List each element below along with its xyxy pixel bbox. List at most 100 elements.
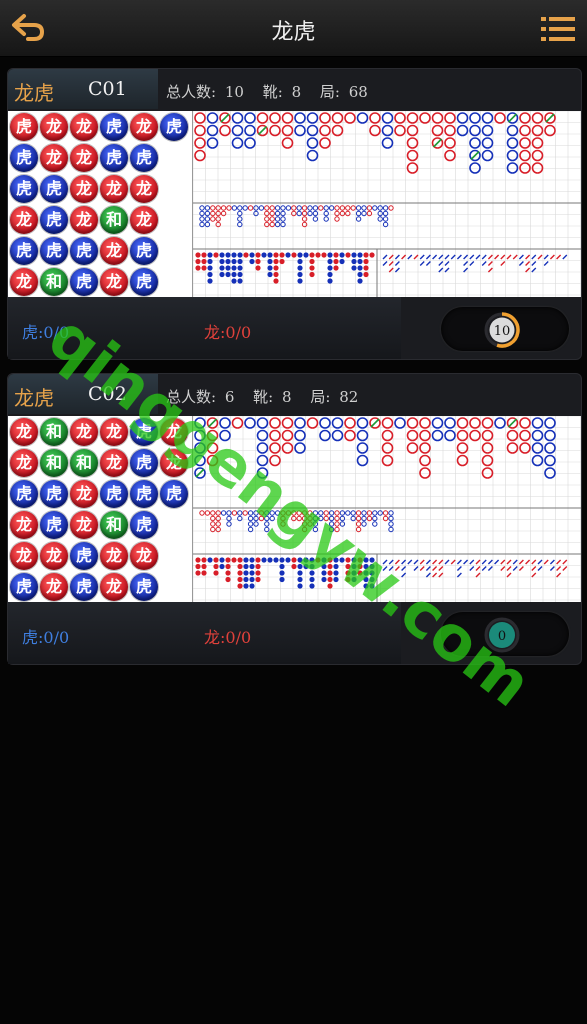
round-number: 82 [339, 388, 359, 406]
roadmap-board: 虎虎虎龙虎龙龙龙虎虎虎和龙龙龙龙虎虎虎虎龙和龙龙龙虎龙龙虎虎虎 [8, 111, 581, 297]
tiger-label: 虎: [22, 323, 44, 342]
round-label: 局: [310, 388, 331, 406]
bead: 虎 [10, 573, 38, 601]
bead: 和 [70, 449, 98, 477]
bead: 虎 [10, 144, 38, 172]
dragon-label: 龙: [204, 628, 226, 647]
table-stats: 总人数: 6 靴: 8 局: 82 [166, 386, 362, 407]
bead: 龙 [160, 449, 188, 477]
bead: 龙 [70, 206, 98, 234]
dragon-value: 0/0 [225, 323, 252, 342]
bead: 龙 [70, 175, 98, 203]
bead: 和 [100, 206, 128, 234]
table-code: C02 [88, 383, 127, 405]
dragon-value: 0/0 [225, 628, 252, 647]
bead: 龙 [130, 206, 158, 234]
players-count: 10 [224, 83, 244, 101]
bead: 和 [40, 449, 68, 477]
bead: 虎 [10, 113, 38, 141]
bead: 虎 [70, 237, 98, 265]
big-road-grids [193, 416, 581, 602]
bead: 虎 [100, 113, 128, 141]
table-stats: 总人数: 10 靴: 8 局: 68 [166, 81, 372, 102]
countdown-pill[interactable]: 10 [441, 307, 569, 351]
round-label: 局: [319, 83, 340, 101]
bead: 虎 [130, 268, 158, 296]
bead: 虎 [130, 237, 158, 265]
bead: 虎 [70, 268, 98, 296]
roadmap-board: 龙龙虎龙龙虎和和虎虎龙龙龙和龙龙虎虎龙龙虎和龙龙虎虎虎虎龙虎龙龙虎 [8, 416, 581, 602]
name-tab: 龙虎 C02 [8, 374, 158, 414]
bead: 虎 [130, 511, 158, 539]
bead: 虎 [160, 480, 188, 508]
bead: 虎 [40, 175, 68, 203]
name-tab: 龙虎 C01 [8, 69, 158, 109]
tiger-value: 0/0 [43, 323, 70, 342]
bead: 虎 [70, 542, 98, 570]
bead: 虎 [10, 480, 38, 508]
game-name: 龙虎 [14, 386, 54, 410]
bead-road: 虎虎虎龙虎龙龙龙虎虎虎和龙龙龙龙虎虎虎虎龙和龙龙龙虎龙龙虎虎虎 [8, 111, 193, 297]
card-header: 龙虎 C02 总人数: 6 靴: 8 局: 82 [8, 374, 581, 414]
bead: 虎 [10, 175, 38, 203]
bead: 龙 [70, 511, 98, 539]
bead: 虎 [10, 237, 38, 265]
bead: 龙 [100, 573, 128, 601]
bead: 龙 [130, 113, 158, 141]
shoe-label: 靴: [253, 388, 274, 406]
card-footer: 虎:0/0 龙:0/0 10 [8, 297, 581, 359]
bead: 龙 [100, 268, 128, 296]
top-bar: 龙虎 [0, 0, 587, 57]
players-label: 总人数: [166, 388, 217, 406]
bead: 龙 [40, 573, 68, 601]
bead: 龙 [70, 418, 98, 446]
dragon-bet-stat: 龙:0/0 [204, 624, 251, 648]
card-header: 龙虎 C01 总人数: 10 靴: 8 局: 68 [8, 69, 581, 109]
menu-list-icon[interactable] [541, 16, 575, 42]
table-code: C01 [88, 78, 127, 100]
bead: 虎 [40, 511, 68, 539]
bead: 龙 [40, 542, 68, 570]
bead: 龙 [130, 542, 158, 570]
bet-summary-panel: 虎: 0/0 龙:0/0 [8, 602, 401, 664]
table-card-c02[interactable]: 龙虎 C02 总人数: 6 靴: 8 局: 82 龙龙虎龙龙虎和和虎虎龙龙龙和龙… [7, 373, 582, 665]
bead: 虎 [100, 144, 128, 172]
shoe-number: 8 [282, 388, 292, 406]
players-label: 总人数: [166, 83, 217, 101]
bead: 和 [40, 418, 68, 446]
game-name: 龙虎 [14, 81, 54, 105]
bead: 龙 [10, 449, 38, 477]
countdown-value: 0 [498, 629, 506, 644]
round-number: 68 [348, 83, 368, 101]
bead: 龙 [40, 113, 68, 141]
bead: 龙 [130, 175, 158, 203]
bead: 虎 [130, 573, 158, 601]
bead: 虎 [130, 418, 158, 446]
bead: 虎 [70, 573, 98, 601]
bead: 虎 [160, 113, 188, 141]
dragon-label: 龙: [204, 323, 226, 342]
bet-summary-panel: 虎:0/0 龙:0/0 [8, 297, 401, 359]
tiger-bet-stat: 虎:0/0 [22, 319, 69, 343]
bead: 龙 [160, 418, 188, 446]
table-card-c01[interactable]: 龙虎 C01 总人数: 10 靴: 8 局: 68 虎虎虎龙虎龙龙龙虎虎虎和龙龙… [7, 68, 582, 360]
countdown-pill[interactable]: 0 [441, 612, 569, 656]
bead: 虎 [40, 206, 68, 234]
bead: 龙 [100, 449, 128, 477]
bead: 虎 [130, 144, 158, 172]
countdown-timer: 0 [484, 617, 520, 653]
tiger-label: 虎: [22, 628, 44, 647]
bead: 龙 [100, 175, 128, 203]
countdown-timer: 10 [484, 312, 520, 348]
bead: 虎 [100, 480, 128, 508]
bead: 龙 [100, 418, 128, 446]
bead: 和 [40, 268, 68, 296]
bead: 龙 [10, 511, 38, 539]
bead: 龙 [10, 268, 38, 296]
players-count: 6 [224, 388, 235, 406]
shoe-label: 靴: [262, 83, 283, 101]
bead: 和 [100, 511, 128, 539]
bead: 虎 [130, 480, 158, 508]
big-road-grids [193, 111, 581, 297]
bead: 龙 [70, 480, 98, 508]
